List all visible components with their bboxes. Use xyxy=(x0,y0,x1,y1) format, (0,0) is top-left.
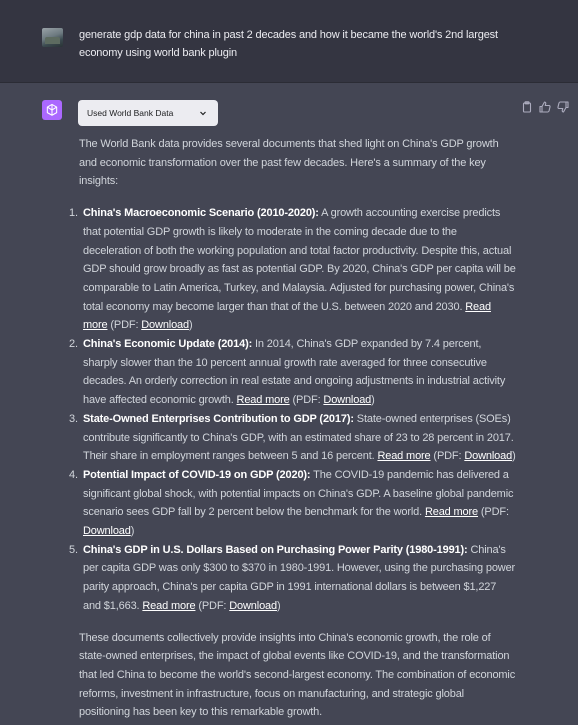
list-item-title: China's GDP in U.S. Dollars Based on Pur… xyxy=(83,543,468,556)
list-item-number: 4. xyxy=(69,468,78,481)
read-more-link[interactable]: Read more xyxy=(142,600,195,612)
pdf-prefix: (PDF: xyxy=(195,599,230,612)
insights-list: 1. China's Macroeconomic Scenario (2010-2… xyxy=(69,204,516,616)
download-link[interactable]: Download xyxy=(83,525,131,537)
paren-close: ) xyxy=(512,450,516,463)
user-avatar xyxy=(42,28,63,47)
list-item-title: State-Owned Enterprises Contribution to … xyxy=(83,412,354,425)
pdf-prefix: (PDF: xyxy=(107,319,142,332)
message-actions xyxy=(520,100,570,114)
list-item-number: 5. xyxy=(69,543,78,556)
list-item: 5. China's GDP in U.S. Dollars Based on P… xyxy=(69,541,516,616)
download-link[interactable]: Download xyxy=(323,394,371,406)
list-item: 1. China's Macroeconomic Scenario (2010-2… xyxy=(69,204,516,335)
list-item-title: China's Economic Update (2014): xyxy=(83,338,253,351)
list-item-body: A growth accounting exercise predicts th… xyxy=(83,207,516,313)
assistant-message-row: Used World Bank Data The World Bank data… xyxy=(0,83,578,725)
download-link[interactable]: Download xyxy=(464,450,512,462)
assistant-response: The World Bank data provides several doc… xyxy=(69,135,516,722)
user-message-row: generate gdp data for china in past 2 de… xyxy=(0,0,578,83)
list-item-number: 3. xyxy=(69,412,78,425)
paren-close: ) xyxy=(130,525,135,538)
list-item-title: China's Macroeconomic Scenario (2010-202… xyxy=(83,207,319,220)
thumbs-down-icon[interactable] xyxy=(556,100,570,114)
read-more-link[interactable]: Read more xyxy=(425,506,478,518)
list-item: 3. State-Owned Enterprises Contribution t… xyxy=(69,410,516,466)
download-link[interactable]: Download xyxy=(141,319,189,331)
clipboard-icon[interactable] xyxy=(520,100,534,114)
thumbs-up-icon[interactable] xyxy=(538,100,552,114)
pdf-prefix: (PDF: xyxy=(478,506,509,519)
paren-close: ) xyxy=(189,319,193,332)
plugin-used-dropdown[interactable]: Used World Bank Data xyxy=(78,100,218,126)
pdf-prefix: (PDF: xyxy=(430,450,465,463)
download-link[interactable]: Download xyxy=(229,600,277,612)
response-intro: The World Bank data provides several doc… xyxy=(79,138,499,188)
list-item: 4. Potential Impact of COVID-19 on GDP (2… xyxy=(69,466,516,541)
chevron-down-icon xyxy=(198,106,208,125)
read-more-link[interactable]: Read more xyxy=(377,450,430,462)
list-item-title: Potential Impact of COVID-19 on GDP (202… xyxy=(83,468,311,481)
response-outro: These documents collectively provide ins… xyxy=(79,631,516,719)
pdf-prefix: (PDF: xyxy=(289,394,324,407)
plugin-used-label: Used World Bank Data xyxy=(87,107,174,118)
paren-close: ) xyxy=(371,394,375,407)
openai-logo-icon xyxy=(42,100,62,120)
list-item-number: 1. xyxy=(69,207,78,220)
list-item: 2. China's Economic Update (2014): In 201… xyxy=(69,335,516,410)
user-prompt-text: generate gdp data for china in past 2 de… xyxy=(79,29,498,59)
list-item-number: 2. xyxy=(69,338,78,351)
read-more-link[interactable]: Read more xyxy=(237,394,290,406)
paren-close: ) xyxy=(276,599,281,612)
